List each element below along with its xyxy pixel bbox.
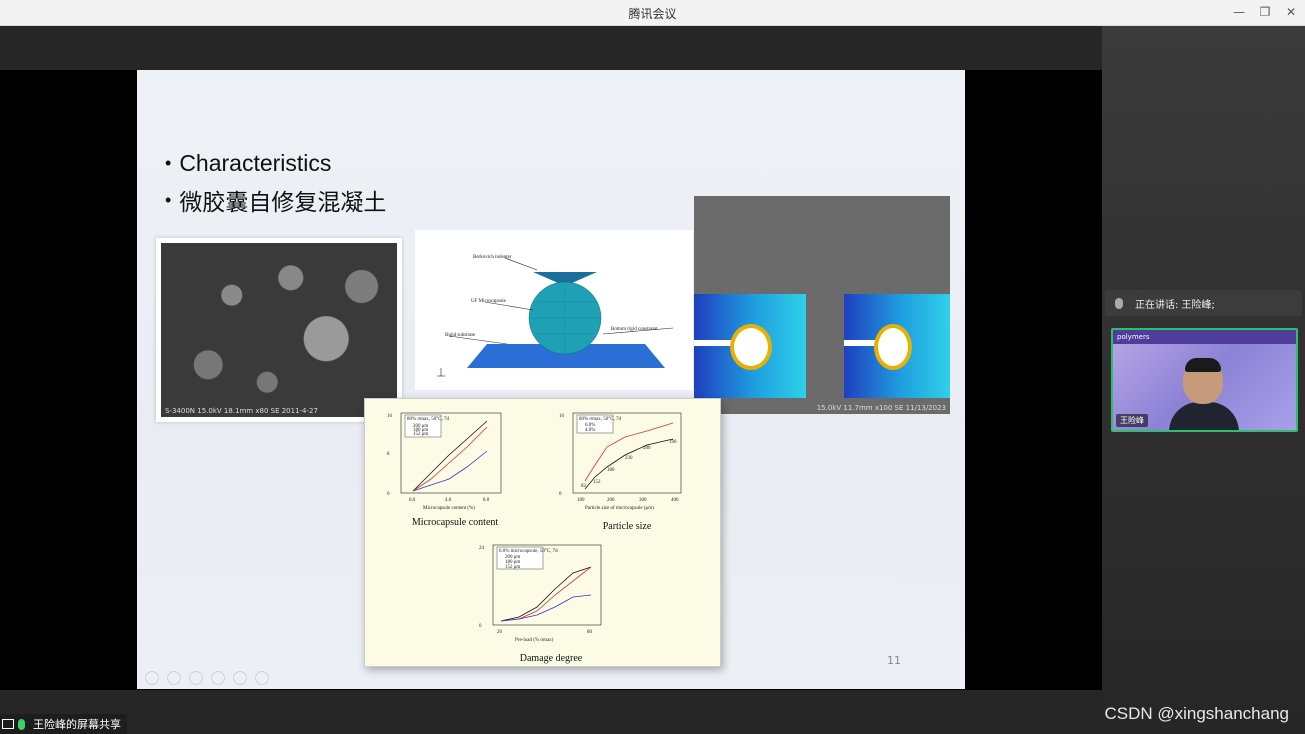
micro-caption: 15.0kV 11.7mm x100 SE 11/13/2023 — [816, 404, 946, 412]
sem-image: S-3400N 15.0kV 18.1mm x80 SE 2011-4-27 — [156, 238, 402, 422]
participant-video-tile[interactable]: polymers 王险峰 — [1111, 328, 1298, 432]
prev-slide-icon[interactable] — [145, 671, 159, 685]
presentation-slide: • Characteristics • 微胶囊自修复混凝土 S-3400N 15.0… — [137, 70, 965, 689]
mic-icon — [18, 718, 25, 730]
y-tick: 24 — [479, 546, 485, 551]
bullet-text: 微胶囊自修复混凝土 — [179, 189, 387, 215]
next-slide-icon[interactable] — [167, 671, 181, 685]
legend-entry: 152 μm — [413, 432, 428, 437]
x-tick: 80 — [587, 630, 593, 635]
window-title: 腾讯会议 — [628, 7, 677, 21]
x-tick: 400 — [671, 498, 679, 503]
y-tick: 16 — [387, 414, 393, 419]
y-tick: 8 — [387, 452, 390, 457]
x-axis-label: Pre-load (% σmax) — [515, 638, 554, 643]
close-icon[interactable]: ✕ — [1283, 4, 1299, 20]
slide-bullets: • Characteristics • 微胶囊自修复混凝土 — [165, 150, 386, 223]
charts-panel: 80% σmax, 50°C, 7d 200 μm 180 μm 152 μm … — [364, 398, 721, 667]
chart-caption: Particle size — [602, 521, 652, 532]
y-tick: 0 — [559, 492, 562, 497]
screen-share-badge[interactable]: 王险峰的屏幕共享 — [0, 714, 127, 734]
y-tick: 0 — [387, 492, 390, 497]
x-tick: 100 — [577, 498, 585, 503]
slide-toolbar — [145, 671, 269, 685]
chart-caption: Damage degree — [519, 653, 583, 664]
bullet-item: • 微胶囊自修复混凝土 — [165, 183, 386, 217]
legend-title: 6.0% microcapsule, 50°C, 7d — [499, 549, 558, 554]
point-label: 190 — [669, 440, 677, 445]
x-tick: 8.0 — [483, 498, 490, 503]
x-axis-label: Microcapsule content (%) — [423, 506, 475, 511]
speaker-text: 正在讲话: 王险峰; — [1135, 299, 1215, 311]
screen-icon — [2, 719, 14, 729]
chart-damage-degree: 6.0% microcapsule, 50°C, 7d 200 μm 180 μ… — [475, 541, 605, 645]
participant-name: 王险峰 — [1116, 414, 1148, 427]
legend-entry: 4.0% — [585, 428, 595, 433]
title-bar: 腾讯会议 — ❐ ✕ — [0, 0, 1305, 26]
x-axis-label: Particle size of microcapsule (μm) — [585, 506, 654, 511]
series-line — [500, 566, 592, 622]
y-tick: 0 — [479, 624, 482, 629]
grid-icon[interactable] — [211, 671, 225, 685]
series-line — [412, 450, 488, 492]
point-label: 152 — [593, 480, 601, 485]
series-line — [500, 566, 592, 622]
fem-crack-image — [844, 294, 950, 398]
fem-crack-image — [694, 294, 806, 398]
legend-title: 80% σmax, 50°C, 7d — [579, 417, 622, 422]
chart-microcapsule-content: 80% σmax, 50°C, 7d 200 μm 180 μm 152 μm … — [383, 409, 503, 513]
legend-title: 80% σmax, 50°C, 7d — [407, 417, 450, 422]
chart-particle-size: 80% σmax, 50°C, 7d 6.0% 4.0% 82 152 180 … — [555, 409, 685, 513]
x-tick: 4.0 — [445, 498, 452, 503]
y-tick: 16 — [559, 414, 565, 419]
stage-bottom-bar — [0, 690, 1102, 734]
bullet-text: Characteristics — [179, 150, 332, 176]
point-label: 280 — [643, 446, 651, 451]
model-label: Bottom rigid constraint — [611, 327, 658, 332]
video-banner: polymers — [1113, 330, 1296, 344]
watermark: CSDN @xingshanchang — [1104, 704, 1289, 723]
restore-icon[interactable]: ❐ — [1257, 4, 1273, 20]
pen-icon[interactable] — [189, 671, 203, 685]
mic-icon — [1115, 297, 1123, 309]
x-tick: 200 — [607, 498, 615, 503]
avatar — [1169, 402, 1239, 430]
point-label: 230 — [625, 456, 633, 461]
avatar — [1185, 358, 1221, 372]
more-icon[interactable] — [255, 671, 269, 685]
sem-caption: S-3400N 15.0kV 18.1mm x80 SE 2011-4-27 — [165, 407, 318, 415]
minimize-icon[interactable]: — — [1231, 4, 1247, 20]
zoom-icon[interactable] — [233, 671, 247, 685]
model-label: UF Microcapsule — [471, 299, 507, 304]
stage-top-bar — [0, 26, 1102, 70]
series-line — [500, 594, 592, 622]
point-label: 180 — [607, 468, 615, 473]
x-tick: 0.0 — [409, 498, 416, 503]
screen-share-label: 王险峰的屏幕共享 — [33, 718, 121, 731]
microscopy-image: 15.0kV 11.7mm x100 SE 11/13/2023 — [694, 196, 950, 414]
bullet-item: • Characteristics — [165, 150, 332, 176]
slide-page-number: 11 — [887, 654, 901, 667]
model-label: Rigid substrate — [445, 333, 476, 338]
indentation-model-image: Berkovich indenter UF Microcapsule Rigid… — [415, 230, 693, 390]
model-label: Berkovich indenter — [473, 255, 512, 260]
point-label: 82 — [581, 484, 587, 489]
legend-entry: 152 μm — [505, 565, 520, 570]
speaking-indicator: 正在讲话: 王险峰; — [1105, 290, 1302, 316]
x-tick: 300 — [639, 498, 647, 503]
chart-caption: Microcapsule content — [411, 517, 499, 528]
x-tick: 20 — [497, 630, 503, 635]
